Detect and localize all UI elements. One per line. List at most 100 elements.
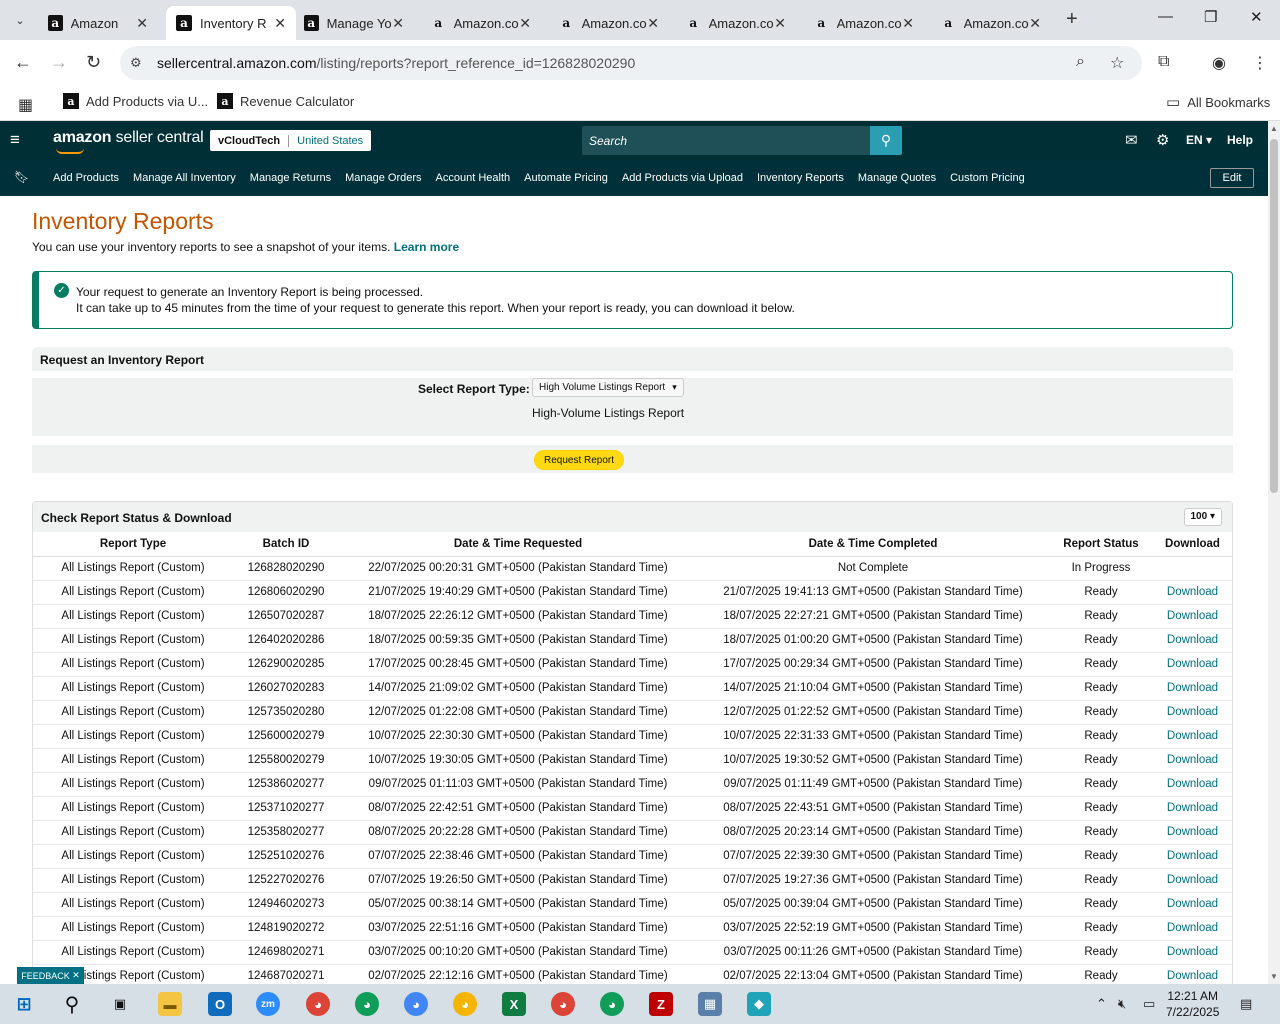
file-explorer-icon[interactable]: ▬ (158, 992, 182, 1016)
tab-close-icon[interactable]: ✕ (274, 15, 286, 32)
edit-nav-button[interactable]: Edit (1210, 168, 1254, 188)
download-link[interactable]: Download (1153, 796, 1232, 821)
chrome-profile-icon[interactable]: ◕ (404, 992, 428, 1016)
download-link[interactable]: Download (1153, 940, 1232, 965)
chrome-profile-icon[interactable]: ◕ (306, 992, 330, 1016)
nav-link[interactable]: Manage Orders (338, 172, 428, 184)
nav-link[interactable]: Manage Quotes (851, 172, 943, 184)
tab-close-icon[interactable]: ✕ (136, 15, 148, 32)
filezilla-icon[interactable]: Z (649, 992, 673, 1016)
download-link[interactable]: Download (1153, 700, 1232, 725)
column-header[interactable]: Date & Time Requested (339, 532, 697, 557)
download-link[interactable]: Download (1153, 724, 1232, 749)
all-bookmarks[interactable]: ▭ All Bookmarks (1166, 93, 1270, 111)
chrome-profile-icon[interactable]: ◕ (600, 992, 624, 1016)
column-header[interactable]: Report Status (1049, 532, 1153, 557)
browser-tab[interactable]: a Amazon.co ✕ (421, 6, 541, 40)
scroll-down-icon[interactable]: ▼ (1270, 972, 1278, 981)
restore-icon[interactable]: ❐ (1204, 8, 1217, 26)
tab-close-icon[interactable]: ✕ (1029, 15, 1041, 32)
learn-more-link[interactable]: Learn more (394, 240, 459, 254)
help-link[interactable]: Help (1227, 133, 1253, 147)
new-tab-icon[interactable]: + (1066, 8, 1078, 31)
browser-tab[interactable]: a Amazon.co ✕ (804, 6, 924, 40)
chevron-up-icon[interactable]: ⌃ (1096, 996, 1107, 1012)
chrome-profile-icon[interactable]: ◕ (551, 992, 575, 1016)
star-icon[interactable]: ☆ (1110, 53, 1124, 73)
download-link[interactable]: Download (1153, 916, 1232, 941)
request-report-button[interactable]: Request Report (534, 450, 625, 470)
volume-muted-icon[interactable]: 🔇︎ (1118, 996, 1126, 1012)
tab-close-icon[interactable]: ✕ (774, 15, 786, 32)
mail-icon[interactable]: ✉ (1125, 131, 1138, 149)
browser-tab[interactable]: a Amazon ✕ (38, 6, 158, 40)
reload-icon[interactable]: ↻ (86, 52, 101, 73)
zoom-app-icon[interactable]: zm (256, 992, 280, 1016)
clock[interactable]: 12:21 AM 7/22/2025 (1166, 988, 1219, 1020)
search-icon[interactable]: ⚲ (60, 992, 84, 1016)
search-input[interactable]: Search (582, 126, 870, 155)
download-link[interactable]: Download (1153, 772, 1232, 797)
minimize-icon[interactable]: — (1158, 8, 1173, 25)
download-link[interactable]: Download (1153, 604, 1232, 629)
download-link[interactable]: Download (1153, 652, 1232, 677)
bookmark-revenue-calculator[interactable]: a Revenue Calculator (217, 93, 354, 109)
browser-tab[interactable]: a Amazon.co ✕ (931, 6, 1051, 40)
notifications-icon[interactable]: ▤ (1240, 996, 1252, 1012)
nav-bookmark-icon[interactable]: 🔖︎ (14, 170, 29, 184)
column-header[interactable]: Download (1153, 532, 1232, 557)
url-text[interactable]: sellercentral.amazon.com/listing/reports… (157, 55, 635, 71)
language-selector[interactable]: EN ▾ (1186, 133, 1212, 147)
tab-close-icon[interactable]: ✕ (519, 15, 531, 32)
profile-icon[interactable]: ◉ (1212, 53, 1226, 73)
omnibox[interactable]: ⚙ sellercentral.amazon.com/listing/repor… (120, 46, 1142, 80)
excel-icon[interactable]: X (502, 992, 526, 1016)
tab-close-icon[interactable]: ✕ (392, 15, 404, 32)
calculator-icon[interactable]: ▦ (698, 992, 722, 1016)
nav-link[interactable]: Inventory Reports (750, 172, 851, 184)
app-icon[interactable]: ◆ (747, 992, 771, 1016)
network-icon[interactable]: ▭ (1143, 996, 1155, 1012)
tab-search-icon[interactable]: ⌄ (8, 8, 32, 32)
download-link[interactable]: Download (1153, 868, 1232, 893)
tab-close-icon[interactable]: ✕ (902, 15, 914, 32)
back-icon[interactable]: ← (14, 52, 32, 73)
tab-close-icon[interactable]: ✕ (647, 15, 659, 32)
chrome-profile-icon[interactable]: ◕ (355, 992, 379, 1016)
site-info-icon[interactable]: ⚙ (130, 55, 142, 71)
chrome-active-icon[interactable]: ◕ (453, 992, 477, 1016)
download-link[interactable]: Download (1153, 580, 1232, 605)
nav-link[interactable]: Automate Pricing (517, 172, 615, 184)
browser-tab[interactable]: a Inventory R ✕ (166, 6, 296, 40)
scrollbar-thumb[interactable] (1270, 139, 1278, 493)
account-switcher[interactable]: vCloudTech United States (210, 130, 372, 151)
column-header[interactable]: Date & Time Completed (697, 532, 1049, 557)
extensions-icon[interactable]: ⧉ (1158, 53, 1169, 71)
apps-grid-icon[interactable]: ▦ (18, 95, 33, 115)
nav-link[interactable]: Add Products via Upload (615, 172, 750, 184)
report-type-select[interactable]: High Volume Listings Report ▾ (532, 378, 684, 397)
nav-link[interactable]: Account Health (429, 172, 518, 184)
browser-tab[interactable]: a Manage Yo ✕ (294, 6, 414, 40)
browser-tab[interactable]: a Amazon.co ✕ (676, 6, 796, 40)
page-scrollbar[interactable]: ▲ ▼ (1268, 121, 1280, 984)
forward-icon[interactable]: → (50, 52, 68, 73)
window-close-icon[interactable]: ✕ (1250, 8, 1263, 26)
task-view-icon[interactable]: ▣ (108, 992, 132, 1016)
column-header[interactable]: Report Type (33, 532, 233, 557)
outlook-icon[interactable]: O (208, 992, 232, 1016)
download-link[interactable]: Download (1153, 820, 1232, 845)
nav-link[interactable]: Add Products (46, 172, 126, 184)
download-link[interactable]: Download (1153, 844, 1232, 869)
search-button[interactable]: ⚲ (870, 126, 902, 155)
download-link[interactable]: Download (1153, 892, 1232, 917)
menu-icon[interactable]: ⋮ (1252, 53, 1268, 73)
hamburger-menu-icon[interactable]: ≡ (10, 130, 20, 150)
settings-gear-icon[interactable]: ⚙ (1156, 131, 1169, 149)
nav-link[interactable]: Manage All Inventory (126, 172, 243, 184)
bookmark-add-products[interactable]: a Add Products via U... (63, 93, 208, 109)
download-link[interactable]: Download (1153, 676, 1232, 701)
feedback-button[interactable]: FEEDBACK ✕ (17, 967, 84, 984)
column-header[interactable]: Batch ID (233, 532, 339, 557)
download-link[interactable]: Download (1153, 748, 1232, 773)
